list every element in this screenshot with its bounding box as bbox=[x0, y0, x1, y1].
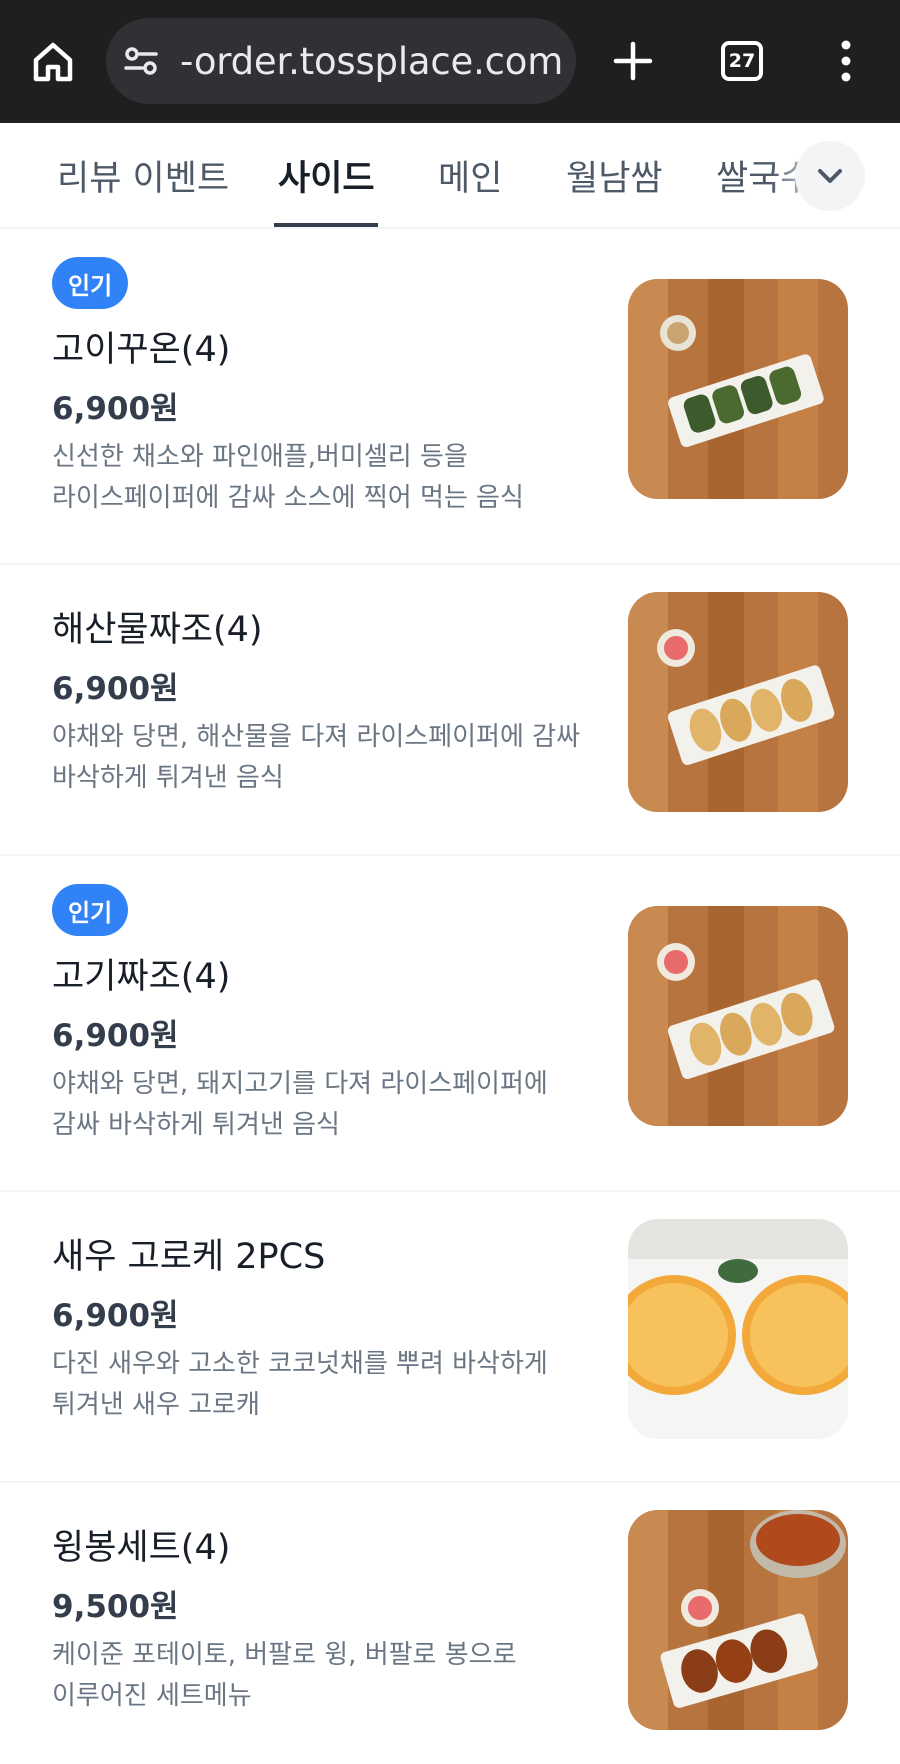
item-description: 야채와 당면, 돼지고기를 다져 라이스페이퍼에 감싸 바삭하게 튀겨낸 음식 bbox=[52, 1069, 548, 1140]
item-name: 새우 고로케 2PCS bbox=[52, 1237, 326, 1277]
item-price: 6,900원 bbox=[52, 671, 179, 707]
popular-badge: 인기 bbox=[52, 257, 129, 309]
more-vert-icon[interactable] bbox=[838, 40, 854, 82]
item-image bbox=[628, 592, 848, 812]
menu-item[interactable]: 인기 고이꾸온(4) 6,900원 신선한 채소와 파인애플,버미셀리 등을 라… bbox=[0, 229, 900, 565]
menu-item[interactable]: 새우 고로케 2PCS 6,900원 다진 새우와 고소한 코코넛채를 뿌려 바… bbox=[0, 1192, 900, 1483]
item-image bbox=[628, 906, 848, 1126]
chevron-down-icon bbox=[818, 169, 842, 183]
tune-icon[interactable] bbox=[122, 41, 162, 81]
menu-item[interactable]: 인기 고기짜조(4) 6,900원 야채와 당면, 돼지고기를 다져 라이스페이… bbox=[0, 856, 900, 1192]
active-tab-indicator bbox=[274, 223, 378, 227]
plus-icon[interactable] bbox=[612, 40, 654, 82]
address-bar[interactable]: -order.tossplace.com bbox=[106, 18, 576, 104]
tab-spring-roll[interactable]: 월남쌈 bbox=[566, 123, 663, 227]
tab-side[interactable]: 사이드 bbox=[278, 123, 375, 227]
tab-main[interactable]: 메인 bbox=[438, 123, 502, 227]
item-description: 다진 새우와 고소한 코코넛채를 뿌려 바삭하게 튀겨낸 새우 고로캐 bbox=[52, 1349, 548, 1420]
item-price: 9,500원 bbox=[52, 1589, 179, 1625]
item-price: 6,900원 bbox=[52, 391, 179, 427]
menu-item[interactable]: 해산물짜조(4) 6,900원 야채와 당면, 해산물을 다져 라이스페이퍼에 … bbox=[0, 565, 900, 856]
item-name: 윙봉세트(4) bbox=[52, 1528, 231, 1568]
home-icon[interactable] bbox=[30, 38, 76, 84]
item-description: 신선한 채소와 파인애플,버미셀리 등을 라이스페이퍼에 감싸 소스에 찍어 먹… bbox=[52, 442, 524, 513]
item-description: 야채와 당면, 해산물을 다져 라이스페이퍼에 감싸 바삭하게 튀겨낸 음식 bbox=[52, 722, 580, 793]
item-name: 고이꾸온(4) bbox=[52, 330, 231, 370]
category-tabs: 리뷰 이벤트 사이드 메인 월남쌈 쌀국수 bbox=[0, 123, 900, 229]
item-name: 고기짜조(4) bbox=[52, 957, 231, 997]
item-image bbox=[628, 279, 848, 499]
item-price: 6,900원 bbox=[52, 1298, 179, 1334]
tab-review-event[interactable]: 리뷰 이벤트 bbox=[57, 123, 229, 227]
expand-categories-button[interactable] bbox=[795, 141, 865, 211]
item-image bbox=[628, 1510, 848, 1730]
item-description: 케이준 포테이토, 버팔로 윙, 버팔로 봉으로 이루어진 세트메뉴 bbox=[52, 1640, 517, 1711]
tab-count: 27 bbox=[728, 50, 756, 72]
popular-badge: 인기 bbox=[52, 884, 129, 936]
browser-toolbar: -order.tossplace.com 27 bbox=[0, 0, 900, 123]
item-image bbox=[628, 1219, 848, 1439]
menu-item[interactable]: 윙봉세트(4) 9,500원 케이준 포테이토, 버팔로 윙, 버팔로 봉으로 … bbox=[0, 1483, 900, 1764]
tab-switcher-icon[interactable]: 27 bbox=[721, 41, 763, 81]
item-price: 6,900원 bbox=[52, 1018, 179, 1054]
url-text[interactable]: -order.tossplace.com bbox=[180, 40, 563, 83]
item-name: 해산물짜조(4) bbox=[52, 610, 263, 650]
